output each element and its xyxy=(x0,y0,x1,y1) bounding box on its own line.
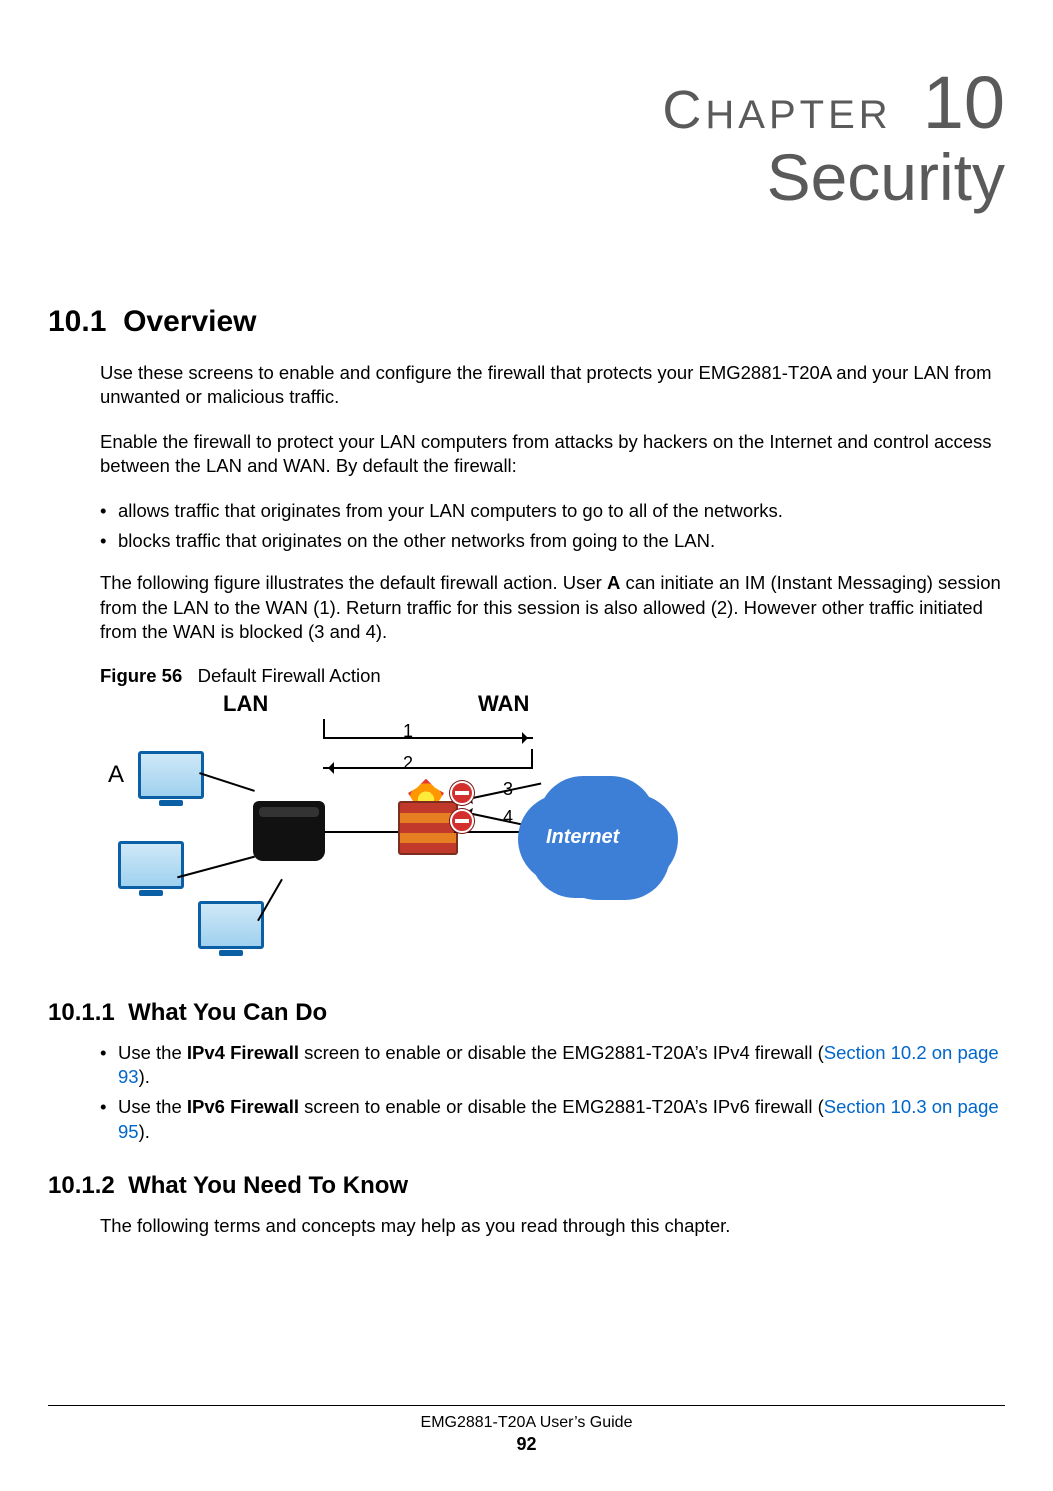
overview-bullets: allows traffic that originates from your… xyxy=(100,499,1005,554)
section-heading-wyntk: 10.1.2 What You Need To Know xyxy=(48,1172,1005,1200)
monitor-icon xyxy=(138,751,204,799)
chapter-word-initial: C xyxy=(662,80,705,140)
figure-label-a: A xyxy=(108,761,124,789)
no-entry-icon xyxy=(450,781,474,805)
footer-page-number: 92 xyxy=(48,1434,1005,1455)
firewall-icon xyxy=(398,801,458,855)
bold-term: IPv6 Firewall xyxy=(187,1096,304,1117)
footer-rule xyxy=(48,1405,1005,1406)
chapter-number: 10 xyxy=(923,61,1005,144)
wycd-body: Use the IPv4 Firewall screen to enable o… xyxy=(100,1041,1005,1145)
overview-p3-bold: A xyxy=(607,572,620,593)
wyntk-body: The following terms and concepts may hel… xyxy=(100,1214,1005,1238)
overview-bullet-2: blocks traffic that originates on the ot… xyxy=(100,529,1005,553)
monitor-icon xyxy=(198,901,264,949)
section-number: 10.1.2 xyxy=(48,1172,115,1199)
figure-label: Figure 56 xyxy=(100,665,182,686)
connection-line xyxy=(177,855,255,878)
figure-num-4: 4 xyxy=(503,807,513,828)
text: ). xyxy=(139,1121,150,1142)
overview-p2: Enable the firewall to protect your LAN … xyxy=(100,430,1005,479)
monitor-icon xyxy=(118,841,184,889)
wyntk-p1: The following terms and concepts may hel… xyxy=(100,1214,1005,1238)
figure-label-lan: LAN xyxy=(223,691,268,717)
arrow-2 xyxy=(323,767,533,769)
section-title: Overview xyxy=(123,305,256,338)
internet-cloud-icon xyxy=(538,776,656,866)
connection-line xyxy=(199,772,255,792)
footer-guide-title: EMG2881-T20A User’s Guide xyxy=(421,1414,633,1431)
section-title: What You Can Do xyxy=(128,999,327,1026)
bold-term: IPv4 Firewall xyxy=(187,1042,299,1063)
figure-default-firewall-action: LAN WAN A 1 2 3 4 Inte xyxy=(108,691,668,971)
page-footer: EMG2881-T20A User’s Guide 92 xyxy=(48,1405,1005,1455)
text: ). xyxy=(139,1066,150,1087)
router-icon xyxy=(253,801,325,861)
figure-caption-text: Default Firewall Action xyxy=(198,665,381,686)
text: Use the xyxy=(118,1042,187,1063)
figure-caption: Figure 56 Default Firewall Action xyxy=(100,665,1005,687)
connection-line xyxy=(257,878,283,921)
text: screen to enable or disable the EMG2881-… xyxy=(299,1042,824,1063)
figure-label-wan: WAN xyxy=(478,691,529,717)
wycd-bullet-1: Use the IPv4 Firewall screen to enable o… xyxy=(100,1041,1005,1090)
overview-p1: Use these screens to enable and configur… xyxy=(100,361,1005,410)
connection-line xyxy=(324,831,400,833)
section-heading-wycd: 10.1.1 What You Can Do xyxy=(48,999,1005,1027)
internet-label: Internet xyxy=(546,826,619,849)
arrow-1 xyxy=(323,737,533,739)
overview-bullet-1: allows traffic that originates from your… xyxy=(100,499,1005,523)
chapter-word-rest: HAPTER xyxy=(705,93,891,137)
no-entry-icon xyxy=(450,809,474,833)
overview-body: Use these screens to enable and configur… xyxy=(100,361,1005,971)
overview-p3: The following figure illustrates the def… xyxy=(100,571,1005,644)
section-title: What You Need To Know xyxy=(128,1172,408,1199)
text: Use the xyxy=(118,1096,187,1117)
text: screen to enable or disable the EMG2881-… xyxy=(304,1096,824,1117)
chapter-heading: CHAPTER 10 Security xyxy=(48,60,1005,215)
wycd-bullet-2: Use the IPv6 Firewall screen to enable o… xyxy=(100,1095,1005,1144)
overview-p3-a: The following figure illustrates the def… xyxy=(100,572,607,593)
chapter-line: CHAPTER 10 xyxy=(48,60,1005,145)
chapter-title: Security xyxy=(48,139,1005,215)
wycd-bullets: Use the IPv4 Firewall screen to enable o… xyxy=(100,1041,1005,1145)
page: CHAPTER 10 Security 10.1 Overview Use th… xyxy=(0,0,1053,1491)
section-heading-overview: 10.1 Overview xyxy=(48,305,1005,339)
section-number: 10.1 xyxy=(48,305,106,338)
section-number: 10.1.1 xyxy=(48,999,115,1026)
figure-num-2: 2 xyxy=(403,753,413,774)
